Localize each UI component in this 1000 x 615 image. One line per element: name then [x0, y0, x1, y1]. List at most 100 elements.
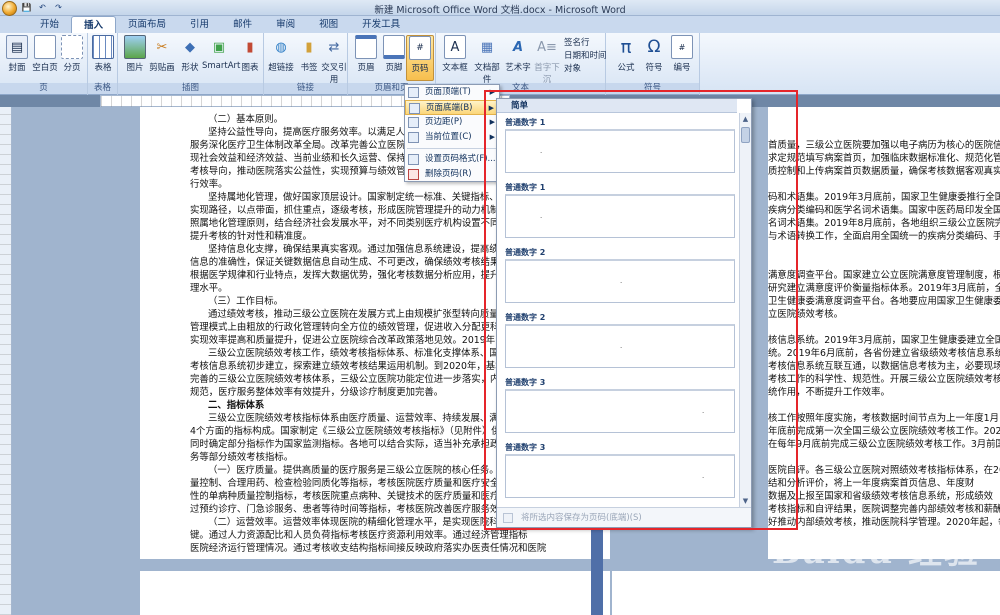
text-line[interactable]: 核工作按照年度实施，考核数据时间节点为上一年度1月 [768, 412, 1000, 425]
ruler-ticks [0, 107, 11, 615]
quick-parts-icon: ▦ [480, 39, 494, 55]
text-line[interactable]: 研究建立满意度评价衡量指标体系。2019年3月底前，全国三级公立 [768, 282, 1000, 295]
cross-reference-button[interactable]: ⇄ 交叉引用 [320, 35, 348, 86]
text-line[interactable]: 质控制和上传病案首页数据质量，确保考核数据客观真实。 [768, 165, 1000, 178]
bookmark-icon: ▮ [305, 39, 313, 55]
watermark-url: jingyan.baidu.com [778, 573, 880, 586]
tab-mailings[interactable]: 邮件 [221, 16, 264, 33]
tab-page-layout[interactable]: 页面布局 [116, 16, 178, 33]
links-group-label: 链接 [264, 83, 347, 94]
tab-review[interactable]: 审阅 [264, 16, 307, 33]
title-bar: 💾 ↶ ↷ 新建 Microsoft Office Word 文档.docx -… [0, 0, 1000, 16]
date-time-button[interactable]: 日期和时间 [564, 50, 607, 62]
hyperlink-button[interactable]: ◍ 超链接 [267, 35, 295, 81]
text-line[interactable] [768, 256, 1000, 269]
header-button[interactable]: 页眉 [352, 35, 380, 81]
clipart-icon: ✂ [156, 39, 168, 55]
picture-button[interactable]: 图片 [121, 35, 149, 81]
pi-icon: π [620, 36, 632, 58]
tab-references[interactable]: 引用 [178, 16, 221, 33]
table-group: 表格 表格 [88, 33, 118, 95]
table-icon [92, 35, 114, 59]
textbox-button[interactable]: A 文本框 [440, 35, 470, 81]
text-line[interactable]: 求定规范填写病案首页，加强临床数据标准化、规范化管理。各 [768, 152, 1000, 165]
wordart-button[interactable]: A 艺术字 [504, 35, 532, 81]
text-line[interactable]: 疾病分类编码和医学名词术语集。国家中医药局印发全国统一的中医 [768, 204, 1000, 217]
illustrations-group-label: 插图 [118, 83, 263, 94]
cross-reference-icon: ⇄ [328, 39, 340, 55]
text-line[interactable] [768, 451, 1000, 464]
drop-cap-icon: A≡ [537, 39, 557, 55]
pages-group-label: 页 [0, 83, 87, 94]
signature-line-button[interactable]: 签名行 [564, 37, 590, 49]
text-line[interactable]: 考核工作的科学性、规范性。开展三级公立医院绩效考核工作 [768, 373, 1000, 386]
tab-insert[interactable]: 插入 [71, 16, 117, 34]
text-line[interactable]: 年底前完成第一次全国三级公立医院绩效考核工作。2020年起， [768, 425, 1000, 438]
text-line[interactable] [768, 243, 1000, 256]
symbols-group: π 公式 Ω 符号 # 编号 符号 [606, 33, 700, 95]
number-icon: # [671, 35, 693, 59]
picture-icon [124, 35, 146, 59]
remove-page-numbers-icon [408, 169, 419, 180]
textbox-icon: A [444, 35, 466, 59]
text-line[interactable]: 在每年9月底前完成三级公立医院绩效考核工作。3月前国家卫生健委 [768, 438, 1000, 451]
bookmark-button[interactable]: ▮ 书签 [295, 35, 323, 81]
tab-home[interactable]: 开始 [28, 16, 71, 33]
wordart-icon: A [512, 39, 524, 55]
document-body-right[interactable]: 首质量，三级公立医院要加强以电子病历为核心的医院信息 求定规范填写病案首页，加强临… [768, 139, 1000, 529]
text-line[interactable]: 键。通过人力资源配比和人员负荷指标考核医疗资源利用效率。通过经济管理指标 [190, 529, 600, 542]
clipart-button[interactable]: ✂ 剪贴画 [148, 35, 176, 81]
text-line[interactable]: 考核指标和自评结果，医院调整完善内部绩效考核和薪酬分配方 [768, 503, 1000, 516]
text-line[interactable]: 与术语转换工作，全面启用全国统一的疾病分类编码、手术操作编码 [768, 230, 1000, 243]
text-line[interactable]: 统作用，不断提升工作效率。 [768, 386, 1000, 399]
watermark-brand: Baidu 经验 [772, 532, 981, 572]
text-line[interactable] [768, 178, 1000, 191]
text-line[interactable]: 医院自评。各三级公立医院对照绩效考核指标体系，在2019年9 [768, 464, 1000, 477]
page-break-icon [61, 35, 83, 59]
ribbon: ▤ 封面 空白页 分页 页 表格 表格 图片 ✂ 剪贴画 ◆ 形状 ▣ SmartArt… [0, 33, 1000, 95]
drop-cap-button[interactable]: A≡ 首字下沉 [532, 35, 562, 86]
text-line[interactable] [768, 321, 1000, 334]
tab-view[interactable]: 视图 [307, 16, 350, 33]
blank-page-button[interactable]: 空白页 [31, 35, 59, 81]
text-line[interactable]: 数据及上报至国家和省级绩效考核信息系统，形成绩效 [768, 490, 1000, 503]
page-break-button[interactable]: 分页 [58, 35, 86, 81]
cover-page-button[interactable]: ▤ 封面 [3, 35, 31, 81]
symbol-button[interactable]: Ω 符号 [640, 35, 668, 81]
quick-parts-button[interactable]: ▦ 文档部件 [472, 35, 502, 86]
equation-button[interactable]: π 公式 [612, 35, 640, 81]
text-line[interactable]: 卫生健康委满意度调查平台。各地要应用国家卫生健康委满意度调查 [768, 295, 1000, 308]
text-line[interactable]: 医院经济运行管理情况。通过考核收支结构指标间接反映政府落实办医责任情况和医院 [190, 542, 600, 555]
object-button[interactable]: 对象 [564, 63, 581, 75]
text-line[interactable]: 码和术语集。2019年3月底前，国家卫生健康委推行全国统一 [768, 191, 1000, 204]
text-line[interactable]: 统。2019年6月底前，各省份建立省级绩效考核信息系统，与 [768, 347, 1000, 360]
header-icon [355, 35, 377, 59]
text-line[interactable]: 名词术语集。2019年8月底前，各地组织三级公立医院完成电子 [768, 217, 1000, 230]
shapes-icon: ◆ [185, 39, 195, 55]
text-line[interactable] [768, 399, 1000, 412]
shapes-button[interactable]: ◆ 形状 [176, 35, 204, 81]
text-line[interactable]: 满意度调查平台。国家建立公立医院满意度管理制度，根据满意度 [768, 269, 1000, 282]
text-line[interactable]: 核信息系统。2019年3月底前，国家卫生健康委建立全国三级公立 [768, 334, 1000, 347]
page-bottom-icon [409, 103, 420, 114]
table-group-label: 表格 [88, 83, 117, 94]
omega-icon: Ω [647, 37, 661, 57]
chart-button[interactable]: ▮ 图表 [236, 35, 264, 81]
text-line[interactable]: 首质量，三级公立医院要加强以电子病历为核心的医院信息 [768, 139, 1000, 152]
footer-button[interactable]: 页脚 [380, 35, 408, 81]
document-page-continuation[interactable]: 首质量，三级公立医院要加强以电子病历为核心的医院信息 求定规范填写病案首页，加强临… [768, 107, 1000, 559]
page-number-button[interactable]: # 页码 [406, 35, 434, 81]
smartart-button[interactable]: ▣ SmartArt [202, 35, 240, 81]
page-number-icon: # [409, 36, 431, 60]
document-vertical-scrollbar[interactable] [591, 527, 603, 615]
tab-developer[interactable]: 开发工具 [350, 16, 412, 33]
text-line[interactable]: 考核信息系统互联互通，以数据信息考核为主，必要现场复核为 [768, 360, 1000, 373]
table-button[interactable]: 表格 [89, 35, 117, 81]
text-line[interactable]: 结和分析评价，将上一年度病案首页信息、年度财 [768, 477, 1000, 490]
vertical-ruler[interactable] [0, 107, 12, 615]
text-line[interactable]: 立医院绩效考核。 [768, 308, 1000, 321]
next-page[interactable] [140, 559, 610, 615]
number-button[interactable]: # 编号 [668, 35, 696, 81]
links-group: ◍ 超链接 ▮ 书签 ⇄ 交叉引用 链接 [264, 33, 348, 95]
smartart-icon: ▣ [212, 39, 226, 55]
